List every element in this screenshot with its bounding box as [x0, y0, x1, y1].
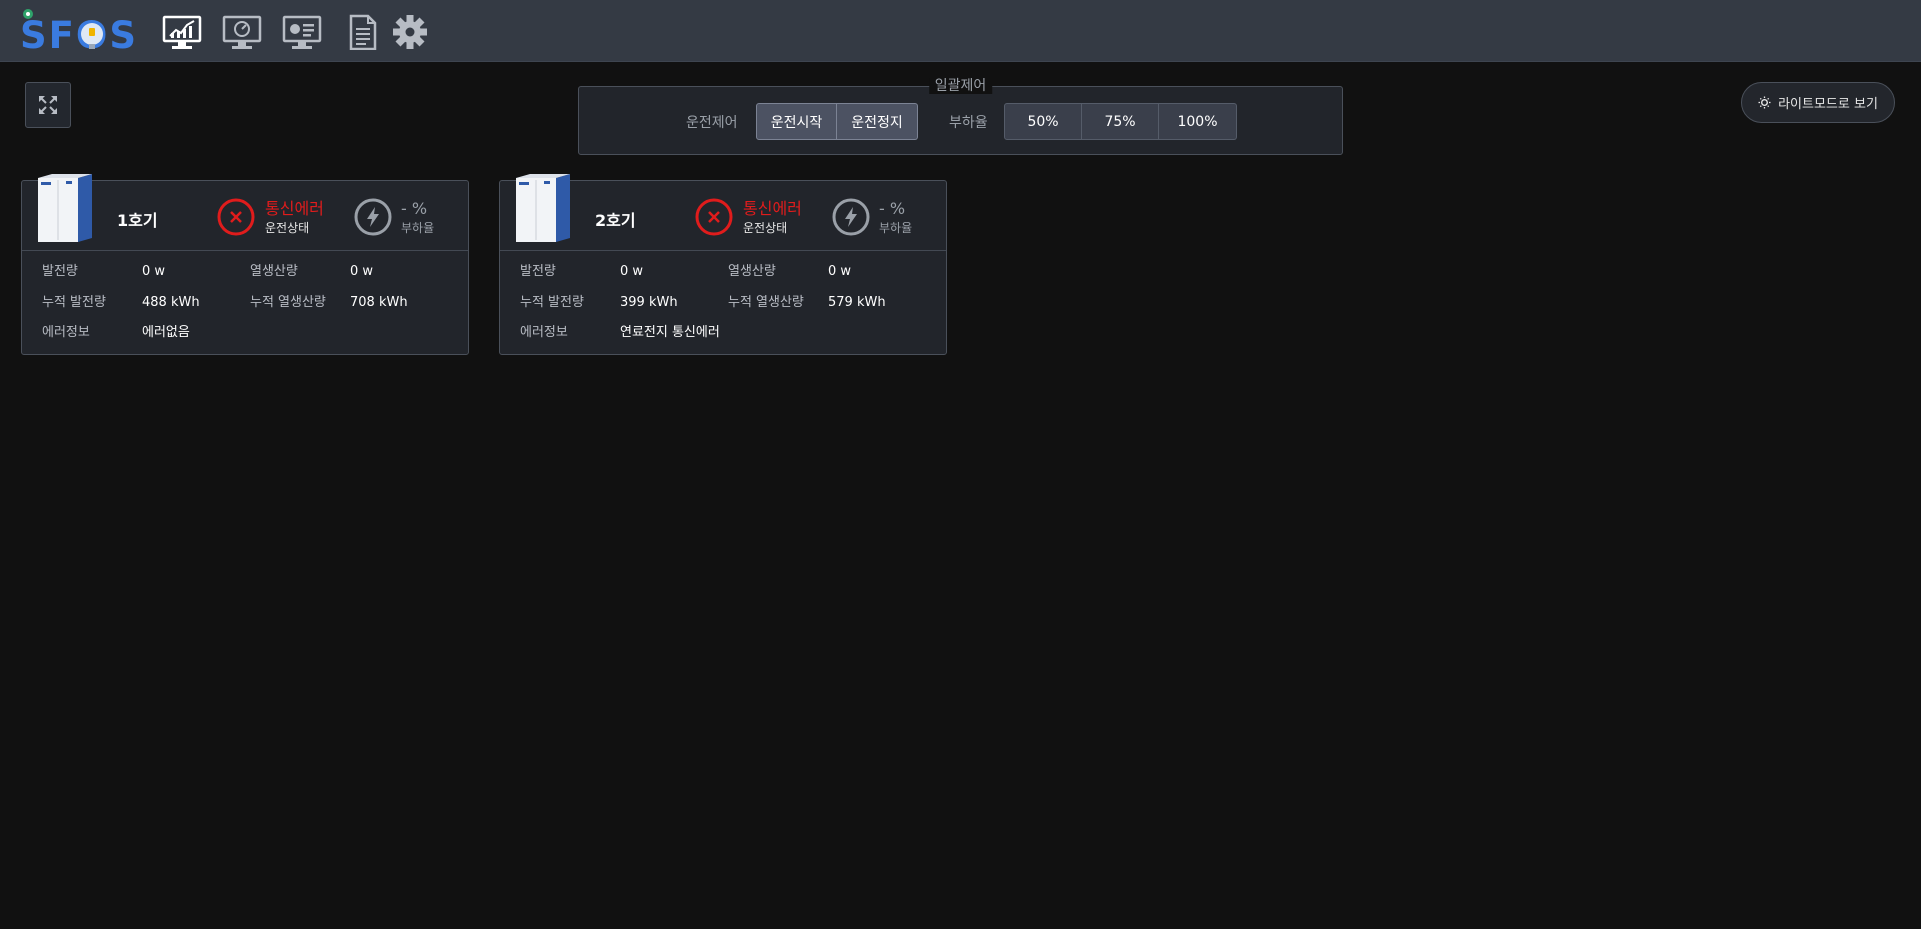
start-operation-button[interactable]: 운전시작: [756, 103, 837, 140]
load-rate-value: - %: [879, 199, 906, 218]
unit-card-header: 1호기 통신에러 운전상태 - % 부하율: [22, 174, 468, 251]
light-mode-label: 라이트모드로 보기: [1778, 97, 1878, 112]
power-label: 발전량: [42, 264, 78, 279]
sun-icon: [1758, 96, 1771, 109]
cumulative-power-value: 399 kWh: [620, 295, 678, 310]
stop-operation-button[interactable]: 운전정지: [837, 103, 918, 140]
operation-button-group: 운전시작 운전정지: [756, 103, 918, 140]
load-rate-label: 부하율: [879, 221, 913, 235]
load-rate-button-group: 50% 75% 100%: [1004, 103, 1237, 140]
heat-label: 열생산량: [250, 264, 298, 279]
cumulative-power-label: 누적 발전량: [520, 295, 584, 310]
heat-value: 0 w: [350, 264, 374, 279]
operation-status-value: 통신에러: [743, 199, 802, 218]
operation-control-label: 운전제어: [686, 115, 738, 131]
error-x-icon: [694, 197, 734, 237]
heat-label: 열생산량: [728, 264, 776, 279]
status-monitor-icon[interactable]: [282, 14, 322, 50]
load-rate-label: 부하율: [949, 115, 988, 131]
operation-status-label: 운전상태: [743, 221, 788, 235]
settings-gear-icon[interactable]: [390, 14, 430, 50]
unit-card-header: 2호기 통신에러 운전상태 - % 부하율: [500, 174, 946, 251]
expand-arrows-icon: [39, 96, 57, 114]
power-value: 0 w: [620, 264, 644, 279]
dashboard-monitor-icon[interactable]: [222, 14, 262, 50]
cumulative-heat-label: 누적 열생산량: [728, 295, 804, 310]
load-50-button[interactable]: 50%: [1004, 103, 1082, 140]
monitoring-chart-icon[interactable]: [162, 14, 202, 50]
load-rate-label: 부하율: [401, 221, 435, 235]
batch-control-title: 일괄제어: [928, 78, 993, 94]
cumulative-heat-value: 708 kWh: [350, 295, 408, 310]
unit-name: 2호기: [595, 211, 636, 230]
cumulative-power-label: 누적 발전량: [42, 295, 106, 310]
power-value: 0 w: [142, 264, 166, 279]
error-info-label: 에러정보: [42, 325, 90, 340]
lightning-bolt-icon: [831, 197, 871, 237]
sfos-logo[interactable]: SFOS: [20, 8, 138, 57]
unit-name: 1호기: [117, 211, 158, 230]
svg-text:SFOS: SFOS: [20, 14, 136, 54]
load-100-button[interactable]: 100%: [1159, 103, 1237, 140]
load-rate-value: - %: [401, 199, 428, 218]
operation-status-label: 운전상태: [265, 221, 310, 235]
light-mode-button[interactable]: 라이트모드로 보기: [1741, 82, 1895, 123]
fuel-cell-unit-image: [36, 172, 96, 245]
top-navbar: SFOS: [0, 0, 1921, 62]
cumulative-heat-value: 579 kWh: [828, 295, 886, 310]
cumulative-heat-label: 누적 열생산량: [250, 295, 326, 310]
fuel-cell-unit-image: [514, 172, 574, 245]
power-label: 발전량: [520, 264, 556, 279]
fullscreen-button[interactable]: [25, 82, 71, 128]
batch-control-panel: 일괄제어 운전제어 운전시작 운전정지 부하율 50% 75% 100%: [578, 78, 1343, 155]
heat-value: 0 w: [828, 264, 852, 279]
operation-status-value: 통신에러: [265, 199, 324, 218]
unit-card-1[interactable]: 1호기 통신에러 운전상태 - % 부하율 발전량 0 w 열생산량 0 w 누…: [21, 174, 469, 355]
error-info-value: 연료전지 통신에러: [620, 325, 720, 340]
error-x-icon: [216, 197, 256, 237]
unit-card-2[interactable]: 2호기 통신에러 운전상태 - % 부하율 발전량 0 w 열생산량 0 w 누…: [499, 174, 947, 355]
report-document-icon[interactable]: [342, 14, 382, 51]
error-info-value: 에러없음: [142, 325, 190, 340]
error-info-label: 에러정보: [520, 325, 568, 340]
lightning-bolt-icon: [353, 197, 393, 237]
cumulative-power-value: 488 kWh: [142, 295, 200, 310]
load-75-button[interactable]: 75%: [1082, 103, 1159, 140]
